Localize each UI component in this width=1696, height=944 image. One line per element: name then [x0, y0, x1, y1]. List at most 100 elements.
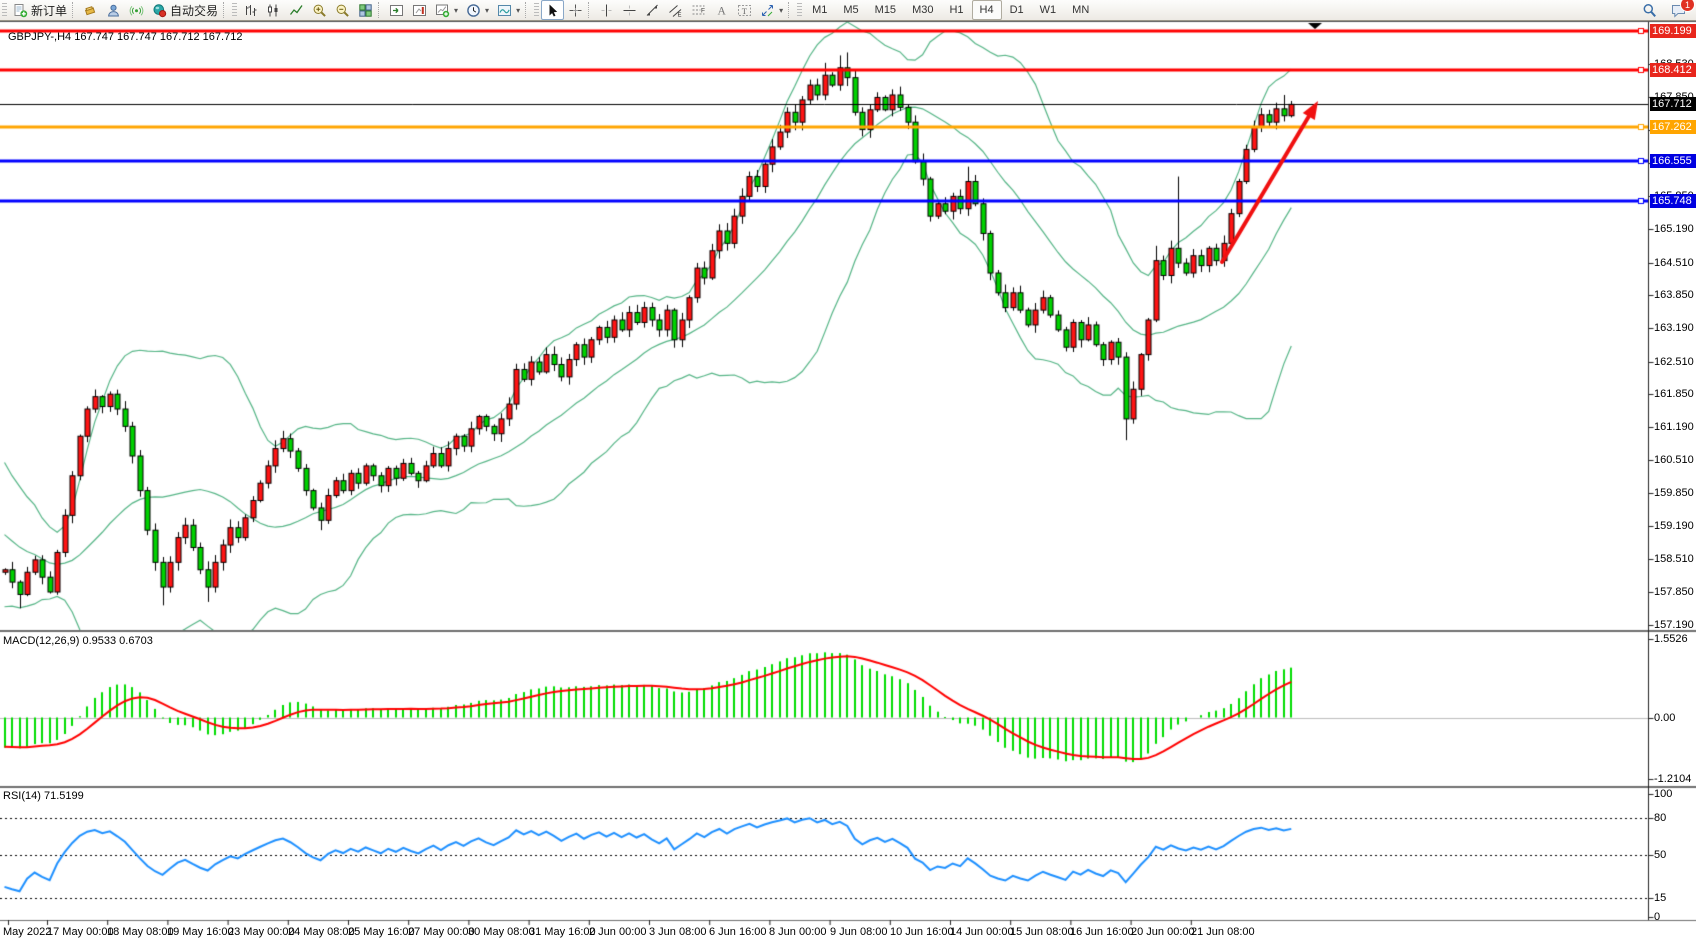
clock-icon — [466, 3, 481, 18]
price-chart-canvas[interactable] — [0, 21, 1696, 944]
time-tick-label: 3 Jun 08:00 — [649, 926, 707, 938]
price-tick-label: 161.850 — [1654, 388, 1694, 400]
bar-chart-icon — [243, 3, 258, 18]
notifications-button[interactable]: 1 — [1667, 0, 1690, 20]
time-tick-label: 17 May 00:00 — [47, 926, 114, 938]
signals-icon — [129, 3, 144, 18]
arrows-icon — [760, 3, 775, 18]
arrows-button[interactable]: ▾ — [756, 0, 787, 20]
time-tick-label: 14 Jun 00:00 — [950, 926, 1014, 938]
timeframe-h4-button[interactable]: H4 — [972, 0, 1002, 20]
toolbar-grip — [534, 3, 539, 17]
price-tick-label: 157.190 — [1654, 619, 1694, 631]
clock-button[interactable]: ▾ — [462, 0, 493, 20]
timeframe-m15-button[interactable]: M15 — [867, 0, 904, 20]
timeframe-m30-button[interactable]: M30 — [904, 0, 941, 20]
macd-axis-label: -1.2104 — [1654, 773, 1691, 785]
chevron-down-icon[interactable]: ▾ — [779, 6, 783, 15]
price-tick-label: 157.850 — [1654, 586, 1694, 598]
cursor-button[interactable] — [541, 0, 564, 20]
vline-button[interactable] — [595, 0, 618, 20]
autotrade-button[interactable]: 自动交易 — [148, 0, 222, 20]
price-line-badge: 166.555 — [1650, 154, 1696, 168]
chart-shift-button[interactable] — [385, 0, 408, 20]
toolbar-grip — [2, 3, 7, 17]
rsi-axis-label: 0 — [1654, 911, 1660, 923]
svg-text:F: F — [701, 7, 705, 14]
toolbar-grip — [797, 3, 802, 17]
price-tick-label: 158.510 — [1654, 553, 1694, 565]
zoom-out-icon — [335, 3, 350, 18]
line-chart-button[interactable] — [285, 0, 308, 20]
cursor-icon — [545, 3, 560, 18]
chevron-down-icon[interactable]: ▾ — [485, 6, 489, 15]
price-line-badge: 165.748 — [1650, 194, 1696, 208]
bar-chart-button[interactable] — [239, 0, 262, 20]
trendline-button[interactable] — [641, 0, 664, 20]
timeframe-m5-button[interactable]: M5 — [835, 0, 866, 20]
time-tick-label: 2 Jun 00:00 — [589, 926, 647, 938]
time-tick-label: 20 Jun 00:00 — [1131, 926, 1195, 938]
rsi-axis-label: 100 — [1654, 788, 1672, 800]
zoom-in-button[interactable] — [308, 0, 331, 20]
chevron-down-icon[interactable]: ▾ — [454, 6, 458, 15]
timeframe-mn-button[interactable]: MN — [1064, 0, 1097, 20]
price-line-badge: 167.262 — [1650, 120, 1696, 134]
tile-windows-button[interactable] — [354, 0, 377, 20]
rsi-axis-label: 50 — [1654, 849, 1666, 861]
chart-window[interactable]: GBPJPY-,H4 167.747 167.747 167.712 167.7… — [0, 21, 1696, 944]
mt4-window: { "toolbar": { "new_order": {"icon": "ne… — [0, 0, 1696, 944]
chevron-down-icon[interactable]: ▾ — [516, 6, 520, 15]
autotrade-label: 自动交易 — [170, 2, 218, 19]
timeframe-d1-button[interactable]: D1 — [1002, 0, 1032, 20]
new-order-button[interactable]: 新订单 — [9, 0, 71, 20]
community-button[interactable] — [102, 0, 125, 20]
svg-text:T: T — [742, 6, 748, 16]
zoom-out-button[interactable] — [331, 0, 354, 20]
price-tick-label: 159.190 — [1654, 520, 1694, 532]
symbol-title: GBPJPY-,H4 167.747 167.747 167.712 167.7… — [8, 31, 242, 43]
timeframe-w1-button[interactable]: W1 — [1032, 0, 1065, 20]
time-tick-label: 19 May 16:00 — [167, 926, 234, 938]
template-button[interactable]: ▾ — [493, 0, 524, 20]
autotrade-icon — [152, 3, 167, 18]
chart-autoscroll-icon — [412, 3, 427, 18]
add-indicator-button[interactable]: ▾ — [431, 0, 462, 20]
notification-badge: 1 — [1680, 0, 1695, 12]
fibonacci-button[interactable]: F — [687, 0, 710, 20]
text-icon: A — [714, 3, 729, 18]
rsi-indicator-label: RSI(14) 71.5199 — [3, 790, 84, 802]
price-tick-label: 163.190 — [1654, 322, 1694, 334]
signals-button[interactable] — [125, 0, 148, 20]
timeframe-h1-button[interactable]: H1 — [941, 0, 971, 20]
svg-text:A: A — [718, 5, 727, 17]
time-tick-label: 9 Jun 08:00 — [830, 926, 888, 938]
text-button[interactable]: A — [710, 0, 733, 20]
gold-button[interactable] — [79, 0, 102, 20]
crosshair-button[interactable] — [564, 0, 587, 20]
price-tick-label: 162.510 — [1654, 356, 1694, 368]
zoom-in-icon — [312, 3, 327, 18]
time-tick-label: 25 May 16:00 — [348, 926, 415, 938]
time-tick-label: 24 May 08:00 — [288, 926, 355, 938]
hline-button[interactable] — [618, 0, 641, 20]
search-button[interactable] — [1638, 0, 1661, 20]
label-button[interactable]: T — [733, 0, 756, 20]
template-icon — [497, 3, 512, 18]
time-tick-label: 31 May 16:00 — [529, 926, 596, 938]
timeframe-m1-button[interactable]: M1 — [804, 0, 835, 20]
chart-autoscroll-button[interactable] — [408, 0, 431, 20]
search-icon — [1642, 3, 1657, 18]
price-tick-label: 161.190 — [1654, 421, 1694, 433]
price-tick-label: 160.510 — [1654, 454, 1694, 466]
time-tick-label: 10 Jun 16:00 — [890, 926, 954, 938]
time-tick-label: 18 May 08:00 — [107, 926, 174, 938]
price-tick-label: 159.850 — [1654, 487, 1694, 499]
time-tick-label: 21 Jun 08:00 — [1191, 926, 1255, 938]
price-line-badge: 168.412 — [1650, 63, 1696, 77]
time-tick-label: 6 Jun 16:00 — [709, 926, 767, 938]
channel-button[interactable]: E — [664, 0, 687, 20]
candle-chart-button[interactable] — [262, 0, 285, 20]
price-tick-label: 165.190 — [1654, 223, 1694, 235]
time-tick-label: 16 Jun 16:00 — [1070, 926, 1134, 938]
